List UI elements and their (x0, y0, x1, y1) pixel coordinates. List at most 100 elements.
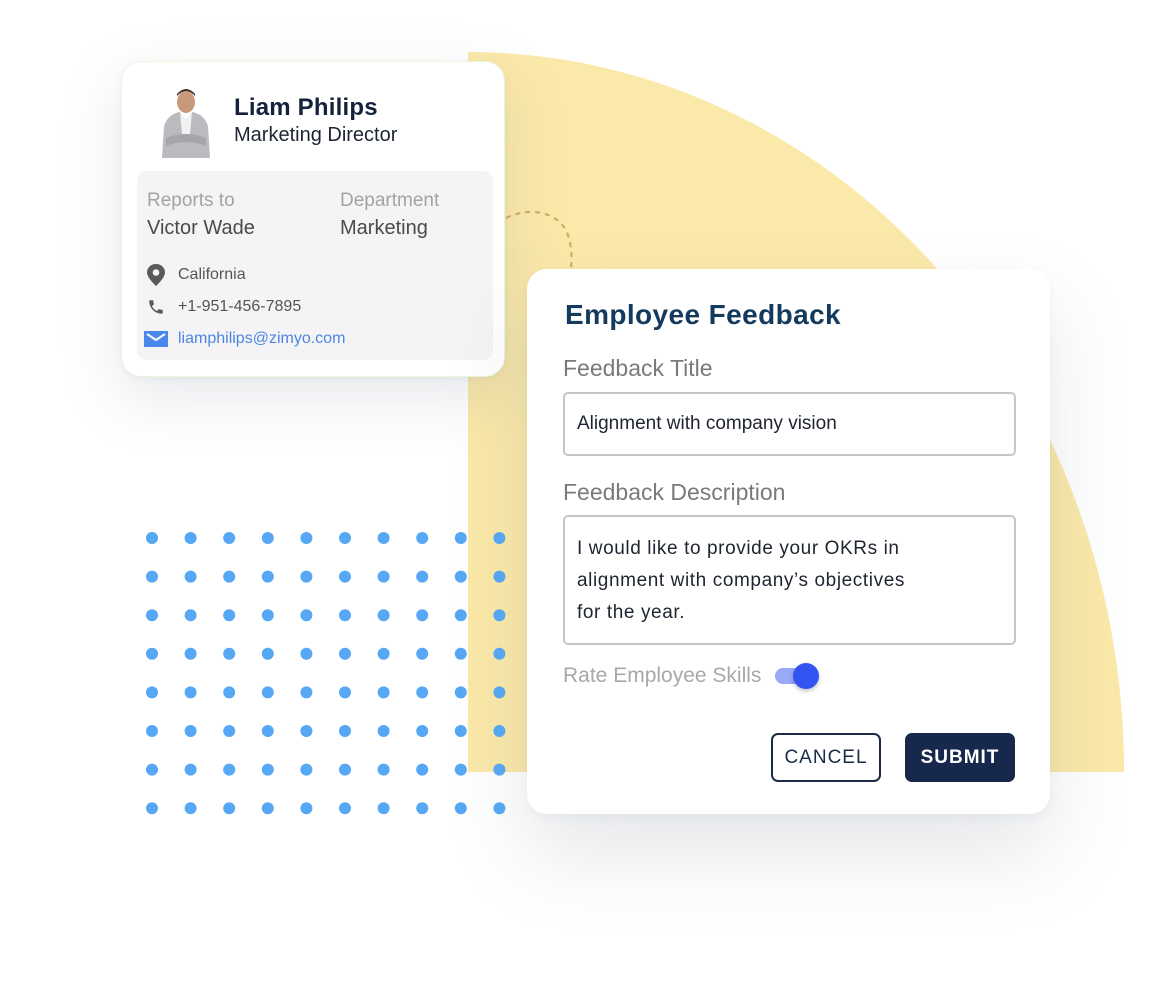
location-text: California (178, 266, 246, 283)
decor-dot (339, 647, 351, 660)
reports-to-label: Reports to (147, 190, 235, 211)
decor-dot (300, 609, 313, 622)
decor-dot (377, 725, 390, 737)
decor-dot (223, 532, 236, 544)
decor-dot (377, 763, 390, 776)
decor-dot (454, 647, 467, 660)
decor-dot (339, 532, 351, 544)
decor-dot (223, 763, 236, 776)
decor-dot (454, 532, 467, 544)
decor-dot (184, 570, 197, 583)
decor-dot (377, 802, 390, 815)
decor-dot (223, 725, 236, 737)
decor-dot (339, 609, 351, 622)
decor-dot (300, 532, 313, 544)
decor-dot (146, 532, 158, 544)
decor-dot (300, 647, 313, 660)
decor-dot (339, 570, 351, 583)
decor-dot (339, 725, 351, 737)
submit-button[interactable]: SUBMIT (905, 733, 1015, 782)
decor-dot (377, 532, 390, 544)
location-pin-icon (144, 263, 168, 287)
cancel-button[interactable]: CANCEL (771, 733, 881, 782)
decor-dot (223, 686, 236, 699)
decor-dot (261, 609, 274, 622)
employee-role: Marketing Director (234, 124, 398, 146)
decor-dot (339, 686, 351, 699)
decor-dot (146, 725, 158, 737)
decor-dot (454, 609, 467, 622)
decor-dot (454, 763, 467, 776)
decor-dot (146, 570, 158, 583)
mail-icon (144, 327, 168, 351)
decor-dot (416, 686, 429, 699)
decor-dot (454, 686, 467, 699)
rate-skills-label: Rate Employee Skills (563, 664, 762, 687)
decor-dot (300, 686, 313, 699)
decor-dot (184, 686, 197, 699)
decor-dot (223, 802, 236, 815)
decor-dot (493, 802, 506, 815)
feedback-description-label: Feedback Description (563, 479, 786, 505)
decor-dot (184, 802, 197, 815)
decor-dot (377, 570, 390, 583)
decor-dot (146, 609, 158, 622)
decor-dot (300, 763, 313, 776)
decor-dot (261, 686, 274, 699)
form-title: Employee Feedback (565, 299, 842, 330)
decor-dot (261, 647, 274, 660)
employee-info-panel: Reports to Victor Wade Department Market… (137, 171, 493, 360)
rate-skills-toggle[interactable] (775, 663, 820, 689)
decor-dot (146, 647, 158, 660)
contact-location: California (144, 263, 246, 287)
department-value: Marketing (340, 217, 428, 239)
decor-dot (261, 570, 274, 583)
decor-dot (416, 647, 429, 660)
decor-dot (146, 802, 158, 815)
decor-dot (223, 647, 236, 660)
decor-dot (454, 802, 467, 815)
toggle-knob[interactable] (793, 663, 820, 689)
feedback-title-input[interactable]: Alignment with company vision (563, 392, 1016, 456)
decor-dot (416, 570, 429, 583)
decor-dot (223, 570, 236, 583)
contact-phone: +1-951-456-7895 (144, 295, 301, 319)
employee-profile-card: Liam Philips Marketing Director Reports … (121, 61, 505, 377)
decor-dot (339, 802, 351, 815)
decor-dot (300, 725, 313, 737)
decor-dot (184, 725, 197, 737)
decor-dot (184, 609, 197, 622)
decor-dot (300, 570, 313, 583)
decor-dot (416, 725, 429, 737)
decor-dot (416, 763, 429, 776)
decor-dot (377, 609, 390, 622)
department-label: Department (340, 190, 440, 211)
decor-dot (416, 802, 429, 815)
email-link[interactable]: liamphilips@zimyo.com (178, 330, 345, 348)
decor-dot (184, 532, 197, 544)
decor-dot (454, 570, 467, 583)
decor-dot (261, 763, 274, 776)
feedback-description-textarea[interactable]: I would like to provide your OKRs in ali… (563, 515, 1016, 645)
decor-dot (261, 725, 274, 737)
decor-dot (377, 686, 390, 699)
contact-email: liamphilips@zimyo.com (144, 327, 345, 351)
phone-text: +1-951-456-7895 (178, 298, 302, 315)
rate-skills-row: Rate Employee Skills (563, 663, 820, 689)
decor-dot (146, 763, 158, 776)
reports-to-value: Victor Wade (147, 217, 255, 239)
decor-dot (223, 609, 236, 622)
decor-dot (146, 686, 158, 699)
feedback-title-label: Feedback Title (563, 355, 713, 381)
decor-dot (261, 802, 274, 815)
decor-dot (416, 532, 429, 544)
decor-dot (454, 725, 467, 737)
avatar (162, 89, 210, 158)
decor-dot (300, 802, 313, 815)
employee-name: Liam Philips (234, 94, 378, 121)
phone-icon (144, 295, 168, 319)
decor-dot (416, 609, 429, 622)
decor-dot (184, 763, 197, 776)
decor-dot (184, 647, 197, 660)
employee-feedback-form: Employee Feedback Feedback Title Alignme… (527, 269, 1050, 814)
